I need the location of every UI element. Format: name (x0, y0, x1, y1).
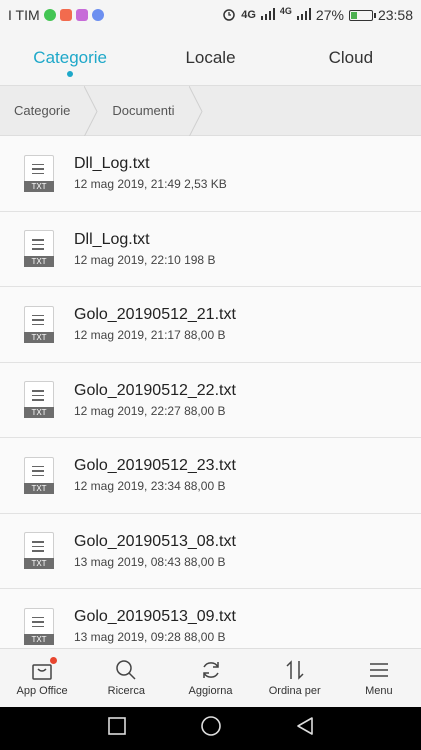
file-meta: 12 mag 2019, 22:27 88,00 B (74, 403, 226, 418)
file-type-tag: TXT (24, 482, 54, 494)
file-type-tag: TXT (24, 180, 54, 192)
file-meta: 12 mag 2019, 23:34 88,00 B (74, 479, 226, 494)
file-meta: 12 mag 2019, 21:49 2,53 KB (74, 177, 227, 192)
menu-icon (368, 659, 390, 681)
tab-label: Locale (185, 47, 236, 67)
file-row[interactable]: TXT Golo_20190512_22.txt 12 mag 2019, 22:2… (0, 362, 421, 438)
file-type-tag: TXT (24, 331, 54, 343)
file-name: Dll_Log.txt (74, 155, 150, 173)
wifi-signal-icon (260, 7, 275, 23)
file-list[interactable]: TXT Dll_Log.txt 12 mag 2019, 21:49 2,53 KB… (0, 136, 421, 648)
breadcrumb-separator (84, 86, 98, 137)
file-row[interactable]: TXT Dll_Log.txt 12 mag 2019, 21:49 2,53 KB (0, 136, 421, 212)
sort-icon (284, 659, 306, 681)
file-meta: 12 mag 2019, 21:17 88,00 B (74, 328, 226, 343)
txt-file-icon: TXT (24, 230, 54, 268)
tab-categorie[interactable]: Categorie (0, 30, 140, 85)
menu-label: Menu (365, 685, 393, 697)
file-row[interactable]: TXT Golo_20190513_09.txt 13 mag 2019, 09:2… (0, 589, 421, 648)
bottom-toolbar: App Office Ricerca Aggiorna Ordina per M… (0, 648, 421, 707)
network-type-label-2: 4G (279, 6, 292, 16)
tab-label: Categorie (33, 47, 108, 67)
file-name: Dll_Log.txt (74, 230, 150, 248)
search-button[interactable]: Ricerca (84, 649, 168, 707)
breadcrumb: Categorie Documenti (0, 85, 421, 137)
txt-file-icon: TXT (24, 607, 54, 645)
app-office-label: App Office (16, 685, 68, 697)
recents-icon[interactable] (107, 716, 127, 741)
file-row[interactable]: TXT Dll_Log.txt 12 mag 2019, 22:10 198 B (0, 211, 421, 287)
file-row[interactable]: TXT Golo_20190513_08.txt 13 mag 2019, 08:4… (0, 513, 421, 589)
file-name: Golo_20190513_09.txt (74, 608, 236, 626)
file-name: Golo_20190512_21.txt (74, 306, 236, 324)
sort-button[interactable]: Ordina per (253, 649, 337, 707)
battery-icon (348, 9, 376, 21)
search-icon (115, 659, 137, 681)
txt-file-icon: TXT (24, 456, 54, 494)
menu-button[interactable]: Menu (337, 649, 421, 707)
txt-file-icon: TXT (24, 381, 54, 419)
whatsapp-icon (43, 9, 56, 21)
refresh-label: Aggiorna (188, 685, 233, 697)
txt-file-icon: TXT (24, 154, 54, 192)
search-label: Ricerca (107, 685, 145, 697)
home-icon[interactable] (200, 715, 222, 742)
file-name: Golo_20190513_08.txt (74, 532, 236, 550)
file-meta: 13 mag 2019, 08:43 88,00 B (74, 554, 226, 569)
clock: 23:58 (377, 7, 413, 23)
breadcrumb-label: Categorie (14, 103, 71, 118)
file-type-tag: TXT (24, 558, 54, 570)
browser-notification-icon (91, 9, 104, 21)
file-meta: 13 mag 2019, 09:28 88,00 B (74, 630, 226, 645)
notification-badge (50, 657, 58, 664)
app-office-button[interactable]: App Office (0, 649, 84, 707)
network-type-label: 4G (241, 9, 256, 21)
breadcrumb-item-documenti[interactable]: Documenti (98, 86, 188, 135)
file-type-tag: TXT (24, 256, 54, 268)
back-icon[interactable] (295, 716, 315, 741)
refresh-button[interactable]: Aggiorna (168, 649, 252, 707)
alarm-icon (222, 7, 236, 24)
carrier-label: I TIM (8, 7, 40, 23)
breadcrumb-label: Documenti (112, 103, 175, 118)
breadcrumb-item-categorie[interactable]: Categorie (0, 86, 84, 135)
sort-label: Ordina per (268, 685, 321, 697)
active-tab-indicator (67, 71, 74, 77)
tab-label: Cloud (328, 47, 374, 67)
system-navigation-bar (0, 707, 421, 750)
file-name: Golo_20190512_22.txt (74, 381, 236, 399)
app-notification-icon (59, 9, 72, 21)
file-row[interactable]: TXT Golo_20190512_23.txt 12 mag 2019, 23:3… (0, 438, 421, 514)
battery-percentage: 27% (315, 7, 344, 23)
signal-icon (296, 7, 311, 23)
file-type-tag: TXT (24, 633, 54, 645)
tab-locale[interactable]: Locale (140, 30, 280, 85)
file-type-tag: TXT (24, 407, 54, 419)
file-meta: 12 mag 2019, 22:10 198 B (74, 252, 216, 267)
file-name: Golo_20190512_23.txt (74, 457, 236, 475)
txt-file-icon: TXT (24, 305, 54, 343)
breadcrumb-separator (188, 86, 203, 137)
tab-bar: Categorie Locale Cloud (0, 30, 421, 85)
gallery-notification-icon (75, 9, 88, 21)
txt-file-icon: TXT (24, 532, 54, 570)
tab-cloud[interactable]: Cloud (281, 30, 421, 85)
status-bar: I TIM 4G 4G 27% 23:58 (0, 0, 421, 30)
refresh-icon (200, 659, 222, 681)
file-row[interactable]: TXT Golo_20190512_21.txt 12 mag 2019, 21:1… (0, 287, 421, 363)
